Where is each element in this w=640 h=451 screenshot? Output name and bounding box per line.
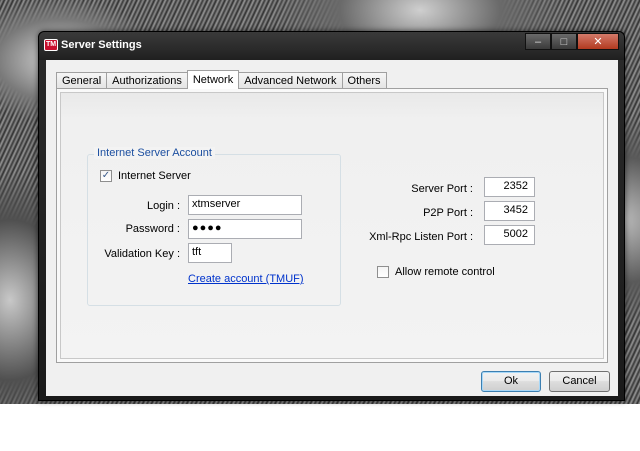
tab-network[interactable]: Network: [186, 70, 240, 89]
internet-server-account-group: Internet Server Account ✓ Internet Serve…: [87, 147, 341, 306]
password-input[interactable]: ●●●●: [188, 219, 302, 239]
group-title: Internet Server Account: [94, 147, 215, 159]
maximize-button[interactable]: □: [551, 33, 577, 50]
validation-key-input[interactable]: tft: [188, 243, 232, 263]
app-icon: TM: [44, 39, 58, 51]
close-button[interactable]: ✕: [577, 33, 619, 50]
tab-strip: General Authorizations Network Advanced …: [56, 70, 387, 89]
password-label: Password :: [125, 223, 180, 235]
validation-key-label: Validation Key :: [104, 248, 180, 260]
tab-general[interactable]: General: [56, 72, 108, 89]
create-account-link[interactable]: Create account (TMUF): [188, 273, 304, 285]
xmlrpc-port-label: Xml-Rpc Listen Port :: [369, 231, 473, 243]
allow-remote-control-checkbox[interactable]: [377, 266, 389, 278]
p2p-port-input[interactable]: 3452: [484, 201, 535, 221]
tab-advanced-network[interactable]: Advanced Network: [238, 72, 343, 89]
allow-remote-control-label: Allow remote control: [395, 266, 495, 278]
dialog-client-area: General Authorizations Network Advanced …: [46, 60, 618, 396]
internet-server-label: Internet Server: [118, 170, 191, 182]
server-port-label: Server Port :: [411, 183, 473, 195]
login-label: Login :: [146, 200, 180, 212]
internet-server-checkbox[interactable]: ✓: [100, 170, 112, 182]
title-bar[interactable]: TM Server Settings – □ ✕: [39, 32, 624, 60]
tab-others[interactable]: Others: [341, 72, 387, 89]
server-port-input[interactable]: 2352: [484, 177, 535, 197]
minimize-button[interactable]: –: [525, 33, 551, 50]
login-input[interactable]: xtmserver: [188, 195, 302, 215]
tab-authorizations[interactable]: Authorizations: [106, 72, 188, 89]
network-tab-panel: Internet Server Account ✓ Internet Serve…: [56, 88, 608, 363]
window-title: Server Settings: [61, 39, 142, 51]
ok-button[interactable]: Ok: [481, 371, 541, 392]
p2p-port-label: P2P Port :: [423, 207, 473, 219]
network-settings-area: Internet Server Account ✓ Internet Serve…: [60, 92, 604, 359]
blank-area: [0, 404, 640, 451]
cancel-button[interactable]: Cancel: [549, 371, 610, 392]
server-settings-window: TM Server Settings – □ ✕ General Authori…: [38, 31, 625, 401]
xmlrpc-port-input[interactable]: 5002: [484, 225, 535, 245]
window-controls: – □ ✕: [525, 33, 619, 51]
